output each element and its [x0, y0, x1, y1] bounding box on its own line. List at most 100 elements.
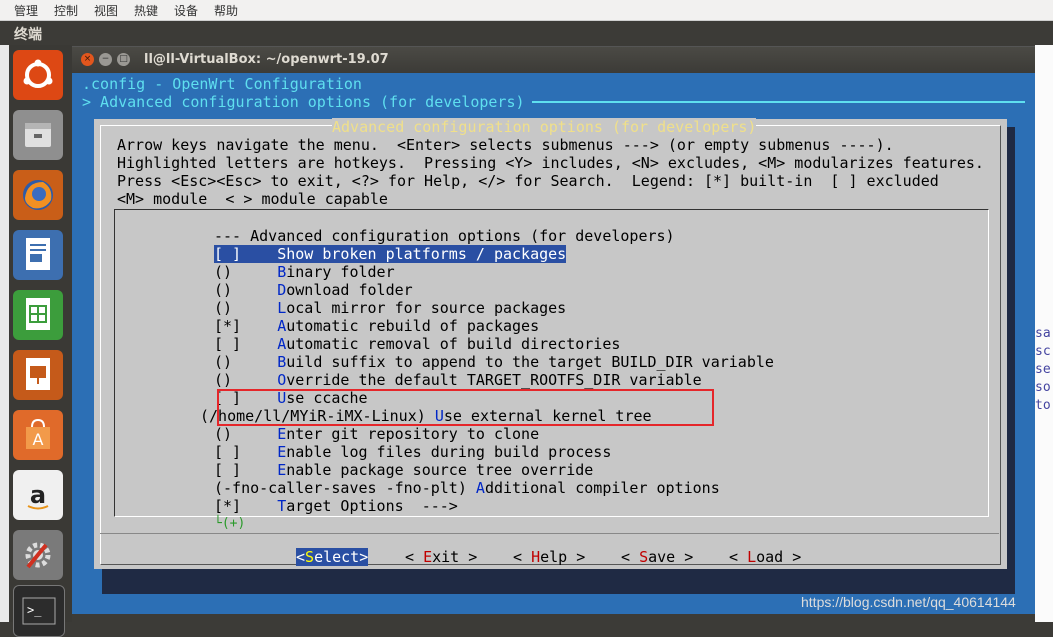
menu-item-local-mirror[interactable]: () Local mirror for source packages: [214, 299, 566, 317]
host-menu-control[interactable]: 控制: [54, 2, 78, 19]
menu-item-prefix: (-fno-caller-saves -fno-plt): [214, 479, 476, 497]
exit-button[interactable]: < Exit >: [405, 548, 477, 566]
menu-item-override-rootfs-dir[interactable]: () Override the default TARGET_ROOTFS_DI…: [214, 371, 702, 389]
help-button[interactable]: < Help >: [513, 548, 585, 566]
menu-item-target-options[interactable]: [*] Target Options --->: [214, 497, 458, 515]
terminal-window: × − □ ll@ll-VirtualBox: ~/openwrt-19.07 …: [72, 46, 1035, 614]
menu-item-label: uild suffix to append to the target BUIL…: [286, 353, 774, 371]
menu-item-prefix: [ ]: [214, 443, 278, 461]
button-hotkey: L: [747, 548, 757, 566]
bg-text-line: sa: [1035, 326, 1051, 341]
bg-text-line: to: [1035, 398, 1051, 413]
amazon-icon[interactable]: a: [13, 470, 63, 520]
save-button[interactable]: < Save >: [621, 548, 693, 566]
menu-item-label: dditional compiler options: [484, 479, 720, 497]
software-center-icon[interactable]: A: [13, 410, 63, 460]
button-hotkey: S: [305, 548, 315, 566]
help-text-line: <M> module < > module capable: [117, 190, 388, 208]
dialog-shadow: [102, 569, 1015, 594]
button-bracket: <: [296, 548, 306, 566]
button-bracket: <: [405, 548, 424, 566]
terminal-icon[interactable]: >_: [13, 585, 65, 637]
menu-item-label: utomatic removal of build directories: [286, 335, 621, 353]
host-menu-hotkeys[interactable]: 热键: [134, 2, 158, 19]
menu-item-hotkey: E: [277, 461, 287, 479]
terminal-area[interactable]: .config - OpenWrt Configuration > Advanc…: [72, 73, 1035, 614]
svg-text:>_: >_: [27, 603, 42, 617]
menu-item-label: ownload folder: [286, 281, 413, 299]
button-bracket: <: [729, 548, 748, 566]
calc-icon[interactable]: [13, 290, 63, 340]
bg-text-line: sc: [1035, 344, 1051, 359]
menu-item-hotkey: B: [277, 263, 287, 281]
menu-item-source-tree-override[interactable]: [ ] Enable package source tree override: [214, 461, 593, 479]
menu-item-hotkey: L: [277, 299, 287, 317]
files-icon[interactable]: [13, 110, 63, 160]
select-button[interactable]: <Select>: [296, 548, 369, 566]
dialog-shadow: [1007, 127, 1015, 577]
bg-text-line: se: [1035, 362, 1051, 377]
menu-header: --- Advanced configuration options (for …: [214, 227, 675, 245]
minimize-button[interactable]: −: [99, 53, 112, 66]
button-label: xit >: [432, 548, 478, 566]
writer-icon[interactable]: [13, 230, 63, 280]
menu-item-hotkey: S: [277, 245, 287, 263]
watermark: https://blog.csdn.net/qq_40614144: [801, 594, 1016, 610]
dialog-title: Advanced configuration options (for deve…: [332, 118, 757, 136]
menu-item-hotkey: O: [277, 371, 287, 389]
host-menu-devices[interactable]: 设备: [174, 2, 198, 19]
config-header-line: .config - OpenWrt Configuration: [82, 75, 362, 93]
menu-item-binary-folder[interactable]: () Binary folder: [214, 263, 395, 281]
menu-item-hotkey: A: [277, 335, 287, 353]
top-panel: 终端: [0, 21, 1053, 45]
menu-item-label: utomatic rebuild of packages: [286, 317, 540, 335]
menu-item-label: nable package source tree override: [286, 461, 594, 479]
menu-item-automatic-removal[interactable]: [ ] Automatic removal of build directori…: [214, 335, 620, 353]
menu-item-prefix: (): [214, 371, 278, 389]
menu-item-prefix: (): [214, 263, 278, 281]
impress-icon[interactable]: [13, 350, 63, 400]
menu-item-prefix: (): [214, 299, 278, 317]
menu-item-hotkey: T: [277, 497, 287, 515]
button-bracket: <: [513, 548, 532, 566]
menu-item-compiler-options[interactable]: (-fno-caller-saves -fno-plt) Additional …: [214, 479, 720, 497]
launcher-edge: [0, 45, 9, 622]
menu-item-build-suffix[interactable]: () Build suffix to append to the target …: [214, 353, 774, 371]
menu-item-hotkey: B: [277, 353, 287, 371]
menu-item-git-repository[interactable]: () Enter git repository to clone: [214, 425, 539, 443]
menu-item-prefix: [*]: [214, 497, 278, 515]
menu-item-label: nable log files during build process: [286, 443, 612, 461]
host-menu-manage[interactable]: 管理: [14, 2, 38, 19]
breadcrumb: > Advanced configuration options (for de…: [82, 93, 525, 111]
button-hotkey: S: [639, 548, 649, 566]
menuconfig-dialog: Advanced configuration options (for deve…: [94, 118, 1007, 569]
menu-item-download-folder[interactable]: () Download folder: [214, 281, 413, 299]
firefox-icon[interactable]: [13, 170, 63, 220]
host-menu-help[interactable]: 帮助: [214, 2, 238, 19]
window-titlebar[interactable]: × − □ ll@ll-VirtualBox: ~/openwrt-19.07: [72, 47, 1035, 73]
panel-app-title: 终端: [14, 27, 42, 43]
bg-text-line: so: [1035, 380, 1051, 395]
menu-item-show-broken-platforms[interactable]: [ ] Show broken platforms / packages: [214, 245, 567, 263]
close-button[interactable]: ×: [81, 53, 94, 66]
annotation-highlight-box: [217, 389, 714, 426]
button-hotkey: H: [531, 548, 541, 566]
menu-item-prefix: (): [214, 425, 278, 443]
system-settings-icon[interactable]: [13, 530, 63, 580]
menu-item-label: verride the default TARGET_ROOTFS_DIR va…: [286, 371, 702, 389]
help-text-line: Highlighted letters are hotkeys. Pressin…: [117, 154, 984, 172]
menu-item-prefix: [*]: [214, 317, 278, 335]
menu-item-enable-log-files[interactable]: [ ] Enable log files during build proces…: [214, 443, 611, 461]
help-text-line: Press <Esc><Esc> to exit, <?> for Help, …: [117, 172, 939, 190]
menu-item-label: nter git repository to clone: [286, 425, 540, 443]
svg-text:A: A: [33, 430, 44, 449]
menu-item-label: ocal mirror for source packages: [286, 299, 567, 317]
load-button[interactable]: < Load >: [729, 548, 801, 566]
menu-item-label: how broken platforms / packages: [286, 245, 567, 263]
maximize-button[interactable]: □: [117, 53, 130, 66]
button-label: ave >: [648, 548, 694, 566]
menu-item-prefix: (): [214, 353, 278, 371]
host-menu-view[interactable]: 视图: [94, 2, 118, 19]
ubuntu-dash-icon[interactable]: [13, 50, 63, 100]
menu-item-automatic-rebuild[interactable]: [*] Automatic rebuild of packages: [214, 317, 539, 335]
